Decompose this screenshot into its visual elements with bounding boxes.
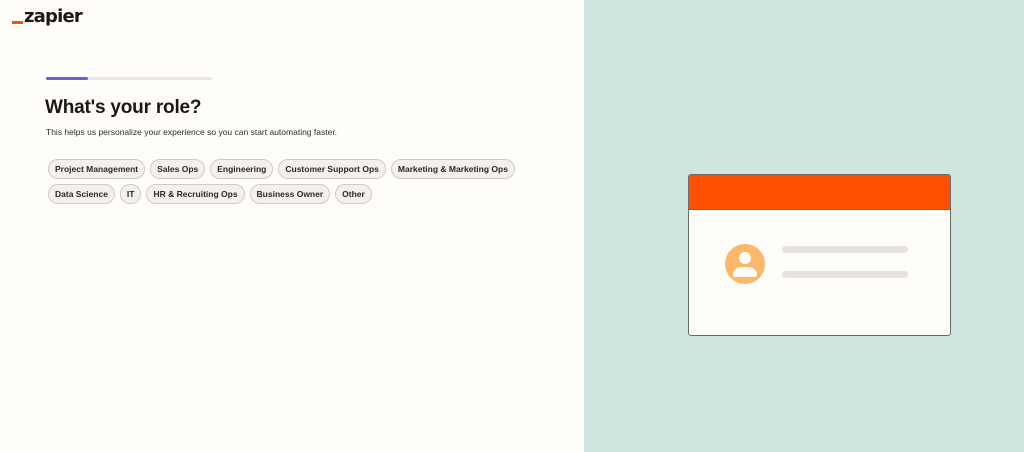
user-avatar-icon: [725, 244, 765, 284]
page-subtitle: This helps us personalize your experienc…: [46, 127, 338, 137]
placeholder-line: [782, 246, 908, 253]
role-chip-marketing-ops[interactable]: Marketing & Marketing Ops: [390, 159, 515, 179]
avatar-body: [733, 267, 757, 277]
role-chip-other[interactable]: Other: [335, 184, 372, 204]
role-chip-it[interactable]: IT: [119, 184, 142, 204]
role-chip-hr-recruiting-ops[interactable]: HR & Recruiting Ops: [146, 184, 245, 204]
progress-bar-fill: [46, 77, 88, 80]
role-chip-business-owner[interactable]: Business Owner: [249, 184, 331, 204]
role-chip-engineering[interactable]: Engineering: [210, 159, 274, 179]
logo-text: zapier: [24, 6, 83, 27]
illustration-panel: [584, 0, 1024, 452]
role-chip-customer-support-ops[interactable]: Customer Support Ops: [278, 159, 386, 179]
card-header: [689, 175, 950, 210]
profile-card-illustration: [688, 174, 951, 336]
role-chip-data-science[interactable]: Data Science: [48, 184, 115, 204]
logo-dash-icon: [12, 21, 23, 24]
left-panel: zapier What's your role? This helps us p…: [0, 0, 584, 452]
placeholder-line: [782, 271, 908, 278]
role-options: Project Management Sales Ops Engineering…: [48, 159, 548, 204]
progress-bar: [46, 77, 212, 80]
role-chip-project-management[interactable]: Project Management: [48, 159, 146, 179]
page-title: What's your role?: [45, 97, 202, 118]
avatar-head: [739, 252, 751, 264]
zapier-logo[interactable]: zapier: [12, 4, 83, 27]
role-chip-sales-ops[interactable]: Sales Ops: [150, 159, 206, 179]
